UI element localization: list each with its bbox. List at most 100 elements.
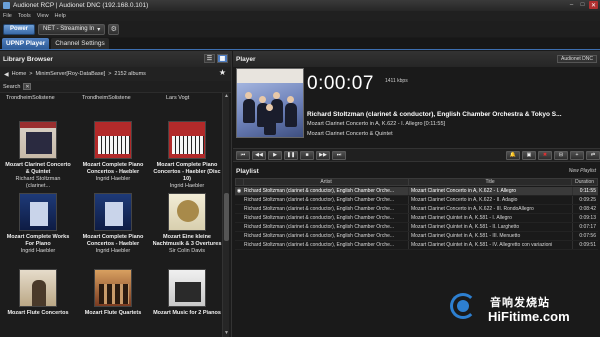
album-cover <box>19 193 57 231</box>
tab-channel-settings[interactable]: Channel Settings <box>51 38 109 49</box>
row-artist: Richard Stoltzman (clarinet & conductor)… <box>243 214 409 222</box>
tab-upnp-player[interactable]: UPNP Player <box>2 38 50 49</box>
playlist-rows: ◉ Richard Stoltzman (clarinet & conducto… <box>235 187 598 250</box>
playlist-row[interactable]: Richard Stoltzman (clarinet & conductor)… <box>235 214 598 223</box>
player-header: Player <box>233 51 600 67</box>
album-title: Mozart Complete Works For Piano <box>6 234 70 247</box>
scrollbar-thumb[interactable] <box>224 193 229 241</box>
album-tile[interactable]: Mozart Clarinet Concerto & Quintet Richa… <box>3 121 73 190</box>
menu-view[interactable]: View <box>37 13 49 19</box>
menu-help[interactable]: Help <box>55 13 66 19</box>
album-tile[interactable]: Mozart Complete Works For Piano Ingrid H… <box>3 193 73 255</box>
transport-controls: ⏮ ◀◀ ▶ ❚❚ ■ ▶▶ ⏭ 🔔 ▣ ✖ ⊟ + ⇄ <box>233 148 600 162</box>
breadcrumb-separator: > <box>29 71 33 77</box>
album-grid: TrondheimSolistene TrondheimSolistene La… <box>0 93 231 337</box>
album-tile[interactable]: Mozart Complete Piano Concertos - Haeble… <box>152 121 222 190</box>
breadcrumb-server[interactable]: MinimServer[Roy-DataBase] <box>36 71 106 77</box>
watermark-en: HiFitime.com <box>488 309 570 324</box>
row-duration: 0:08:42 <box>579 206 596 212</box>
now-playing-cover <box>236 68 304 138</box>
stop-icon[interactable]: ■ <box>300 150 314 160</box>
clear-playlist-icon[interactable]: ⊟ <box>554 150 568 160</box>
save-playlist-icon[interactable]: ▣ <box>522 150 536 160</box>
grid-view-icon[interactable]: ▦ <box>217 54 228 63</box>
row-duration: 0:07:17 <box>579 224 596 230</box>
device-badge[interactable]: Audionet DNC <box>557 55 597 63</box>
row-title: Mozart Clarinet Quintet in A, K.581 - II… <box>409 223 573 231</box>
playlist-row[interactable]: Richard Stoltzman (clarinet & conductor)… <box>235 241 598 250</box>
elapsed-time: 0:00:07 <box>307 73 374 94</box>
menu-bar: File Tools View Help <box>0 11 600 21</box>
source-label: NET - Streaming In <box>43 26 95 32</box>
playlist-row[interactable]: ◉ Richard Stoltzman (clarinet & conducto… <box>235 187 598 196</box>
album-title: Mozart Eine kleine Nachtmusik & 3 Overtu… <box>152 234 222 247</box>
album-artist: Ingrid Haebler <box>95 248 131 254</box>
play-icon[interactable]: ▶ <box>268 150 282 160</box>
delete-icon[interactable]: ✖ <box>538 150 552 160</box>
album-cover <box>94 193 132 231</box>
now-playing-artist: Richard Stoltzman (clarinet & conductor)… <box>307 111 562 118</box>
album-title: Mozart Flute Concertos <box>7 310 69 316</box>
back-icon[interactable]: ◀ <box>4 71 9 78</box>
album-title: Mozart Complete Piano Concertos - Haeble… <box>82 162 144 175</box>
fast-forward-icon[interactable]: ▶▶ <box>316 150 330 160</box>
gear-icon[interactable]: ⚙ <box>108 23 120 35</box>
album-tile[interactable]: Mozart Complete Piano Concertos - Haeble… <box>78 121 148 183</box>
shuffle-icon[interactable]: ⇄ <box>586 150 600 160</box>
breadcrumb-count: 2152 albums <box>114 71 146 77</box>
playlist-row[interactable]: Richard Stoltzman (clarinet & conductor)… <box>235 223 598 232</box>
skip-forward-icon[interactable]: ⏭ <box>332 150 346 160</box>
bell-icon[interactable]: 🔔 <box>506 150 520 160</box>
power-button[interactable]: Power <box>3 23 36 35</box>
new-playlist-link[interactable]: New Playlist <box>569 168 596 174</box>
playlist-title: Playlist <box>236 167 259 175</box>
maximize-icon[interactable]: □ <box>578 1 587 9</box>
album-title: Mozart Flute Quartets <box>84 310 142 316</box>
menu-file[interactable]: File <box>3 13 12 19</box>
album-artist: Ingrid Haebler <box>169 183 205 189</box>
source-select[interactable]: NET - Streaming In ▾ <box>38 23 106 35</box>
album-cover <box>168 269 206 307</box>
now-playing-album: Mozart Clarinet Concerto & Quintet <box>307 131 393 137</box>
album-title: Mozart Music for 2 Pianos <box>153 310 221 316</box>
favorite-star-icon[interactable]: ★ <box>219 68 226 77</box>
album-tile[interactable]: Mozart Flute Quartets <box>78 269 148 317</box>
breadcrumb: ◀ Home > MinimServer[Roy-DataBase] > 215… <box>0 67 231 81</box>
column-duration[interactable]: Duration <box>572 179 597 185</box>
album-title: Mozart Complete Piano Concertos - Haeble… <box>82 234 144 247</box>
album-cover <box>168 193 206 231</box>
clear-search-icon[interactable]: ✕ <box>23 83 32 90</box>
album-tile[interactable]: Mozart Complete Piano Concertos - Haeble… <box>78 193 148 255</box>
album-title: Mozart Clarinet Concerto & Quintet <box>5 162 71 175</box>
menu-tools[interactable]: Tools <box>18 13 31 19</box>
playlist-row[interactable]: Richard Stoltzman (clarinet & conductor)… <box>235 232 598 241</box>
now-playing-indicator-icon: ◉ <box>236 188 242 194</box>
playlist-row[interactable]: Richard Stoltzman (clarinet & conductor)… <box>235 205 598 214</box>
pause-icon[interactable]: ❚❚ <box>284 150 298 160</box>
list-view-icon[interactable]: ☰ <box>204 54 215 63</box>
playlist-row[interactable]: Richard Stoltzman (clarinet & conductor)… <box>235 196 598 205</box>
album-tile[interactable]: Mozart Eine kleine Nachtmusik & 3 Overtu… <box>152 193 222 255</box>
album-artist: Ingrid Haebler <box>95 176 131 182</box>
column-title[interactable]: Title <box>409 179 573 185</box>
add-icon[interactable]: + <box>570 150 584 160</box>
column-artist[interactable]: Artist <box>244 179 410 185</box>
skip-back-icon[interactable]: ⏮ <box>236 150 250 160</box>
album-tile[interactable]: Mozart Music for 2 Pianos <box>152 269 222 317</box>
album-title: Mozart Complete Piano Concertos - Haeble… <box>153 162 221 182</box>
player-title: Player <box>236 55 256 63</box>
window-controls: – □ ✕ <box>567 1 598 9</box>
scroll-down-icon[interactable]: ▼ <box>223 330 230 337</box>
library-scrollbar[interactable]: ▲ ▼ <box>222 93 229 337</box>
rewind-icon[interactable]: ◀◀ <box>252 150 266 160</box>
album-tile[interactable]: Mozart Flute Concertos <box>3 269 73 317</box>
breadcrumb-home[interactable]: Home <box>12 71 27 77</box>
close-icon[interactable]: ✕ <box>589 1 598 9</box>
album-artist: Sir Colin Davis <box>168 248 206 254</box>
row-title: Mozart Clarinet Concerto in A, K.622 - I… <box>409 187 573 195</box>
scroll-up-icon[interactable]: ▲ <box>223 93 230 100</box>
minimize-icon[interactable]: – <box>567 1 576 9</box>
album-artist-label: Lars Vogt <box>166 95 190 101</box>
row-duration: 0:09:13 <box>579 215 596 221</box>
album-cover <box>19 269 57 307</box>
